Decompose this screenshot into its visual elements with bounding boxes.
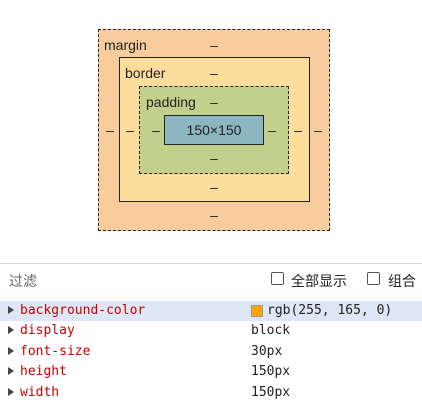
show-all-checkbox[interactable] — [271, 272, 284, 285]
group-label[interactable]: 组合 — [388, 271, 416, 291]
margin-right-value[interactable]: – — [314, 122, 322, 138]
group-checkbox[interactable] — [367, 272, 380, 285]
border-label: border — [125, 65, 166, 81]
padding-bottom-value[interactable]: – — [210, 150, 218, 166]
filter-input[interactable]: 过滤 — [9, 271, 37, 291]
padding-left-value[interactable]: – — [152, 122, 160, 138]
margin-label: margin — [104, 37, 147, 53]
show-all-label[interactable]: 全部显示 — [291, 271, 347, 291]
property-value: 150px — [251, 364, 291, 379]
property-value: 30px — [251, 344, 283, 359]
border-left-value[interactable]: – — [126, 122, 134, 138]
padding-label: padding — [146, 94, 196, 110]
margin-left-value[interactable]: – — [106, 122, 114, 138]
property-value: block — [251, 323, 291, 338]
property-row[interactable]: display block — [0, 321, 422, 341]
border-right-value[interactable]: – — [294, 122, 302, 138]
margin-top-value[interactable]: – — [210, 37, 218, 53]
property-row[interactable]: background-color rgb(255, 165, 0) — [0, 301, 422, 321]
expand-triangle-icon[interactable] — [8, 326, 14, 334]
property-value: 150px — [251, 385, 291, 400]
content-size: 150×150 — [186, 122, 242, 138]
expand-triangle-icon[interactable] — [8, 347, 14, 355]
property-name: background-color — [20, 303, 146, 318]
property-name: display — [20, 323, 75, 338]
expand-triangle-icon[interactable] — [8, 367, 14, 375]
property-row[interactable]: width 150px — [0, 383, 422, 403]
property-name: font-size — [20, 344, 91, 359]
property-row[interactable]: height 150px — [0, 362, 422, 382]
border-bottom-value[interactable]: – — [210, 179, 218, 195]
property-row[interactable]: font-size 30px — [0, 342, 422, 362]
padding-right-value[interactable]: – — [268, 122, 276, 138]
expand-triangle-icon[interactable] — [8, 388, 14, 396]
property-name: width — [20, 385, 60, 400]
expand-triangle-icon[interactable] — [8, 306, 14, 314]
divider — [0, 263, 422, 264]
property-name: height — [20, 364, 67, 379]
property-value: rgb(255, 165, 0) — [267, 303, 393, 318]
border-top-value[interactable]: – — [210, 65, 218, 81]
content-box: 150×150 — [164, 115, 264, 145]
color-swatch-icon[interactable] — [251, 305, 263, 317]
margin-bottom-value[interactable]: – — [210, 207, 218, 223]
padding-top-value[interactable]: – — [210, 94, 218, 110]
